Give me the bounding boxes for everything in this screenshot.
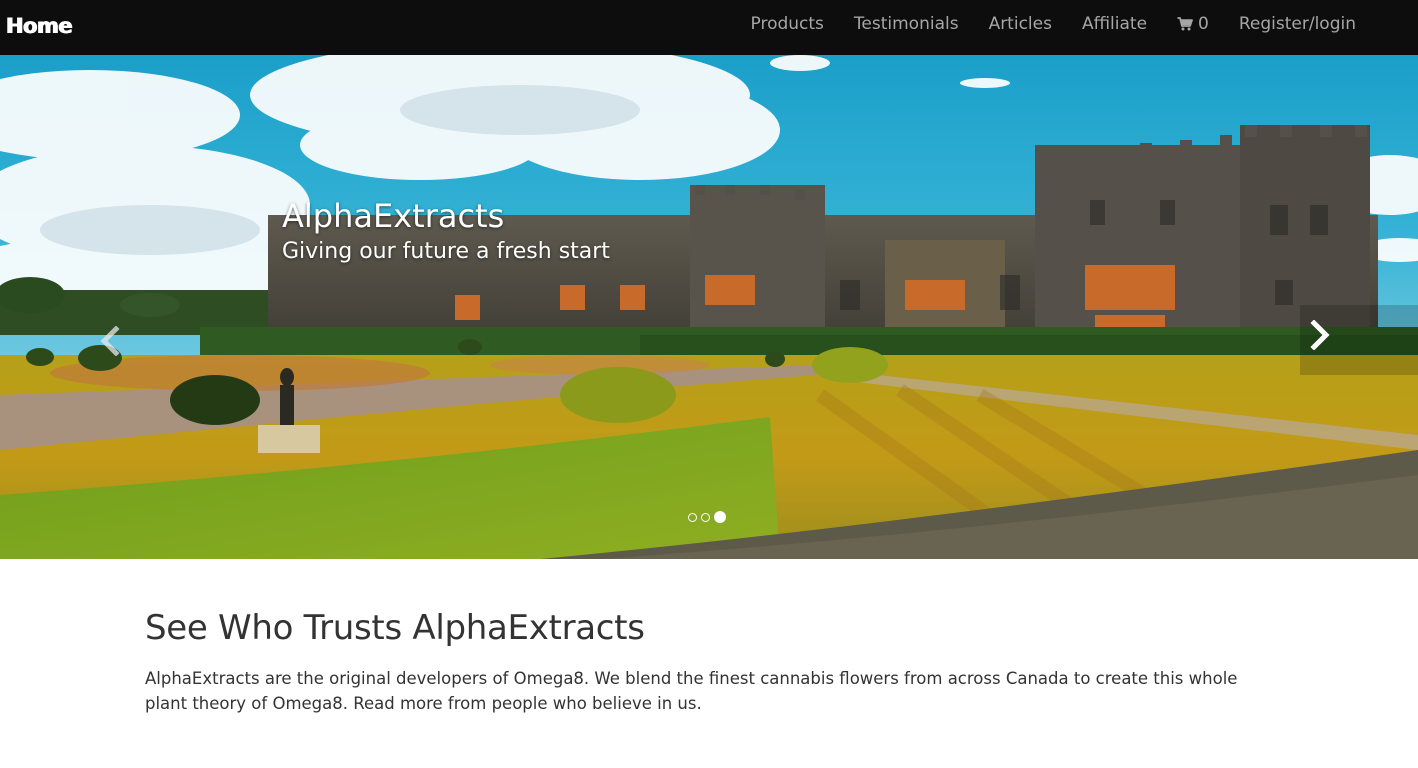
hero-carousel: AlphaExtracts Giving our future a fresh …	[0, 55, 1418, 559]
chevron-left-icon	[99, 325, 121, 360]
trust-section: See Who Trusts AlphaExtracts AlphaExtrac…	[145, 604, 1275, 716]
navbar: Home Products Testimonials Articles Affi…	[0, 0, 1418, 55]
carousel-indicator-3[interactable]	[714, 511, 726, 523]
chevron-right-icon	[1309, 319, 1331, 354]
shopping-cart-icon	[1177, 17, 1193, 31]
nav-products[interactable]: Products	[751, 14, 824, 34]
nav-cart[interactable]: 0	[1177, 14, 1209, 34]
hero-subtitle: Giving our future a fresh start	[282, 239, 610, 264]
trust-description: AlphaExtracts are the original developer…	[145, 669, 1238, 713]
carousel-prev-button[interactable]	[90, 313, 130, 373]
nav-articles[interactable]: Articles	[989, 14, 1052, 34]
nav-affiliate[interactable]: Affiliate	[1082, 14, 1147, 34]
carousel-indicator-2[interactable]	[701, 512, 710, 522]
hero-title: AlphaExtracts	[282, 197, 505, 235]
carousel-indicator-1[interactable]	[688, 512, 697, 522]
carousel-next-button[interactable]	[1300, 307, 1340, 367]
nav-links: Products Testimonials Articles Affiliate…	[721, 0, 1357, 48]
hero-castle-image	[0, 55, 1418, 559]
nav-testimonials[interactable]: Testimonials	[854, 14, 959, 34]
hero-caption: AlphaExtracts Giving our future a fresh …	[282, 195, 610, 267]
trust-heading: See Who Trusts AlphaExtracts	[145, 608, 645, 648]
carousel-indicators	[688, 511, 730, 523]
nav-register-login[interactable]: Register/login	[1239, 14, 1356, 34]
brand-home-link[interactable]: Home	[6, 12, 73, 40]
cart-count: 0	[1198, 14, 1209, 34]
